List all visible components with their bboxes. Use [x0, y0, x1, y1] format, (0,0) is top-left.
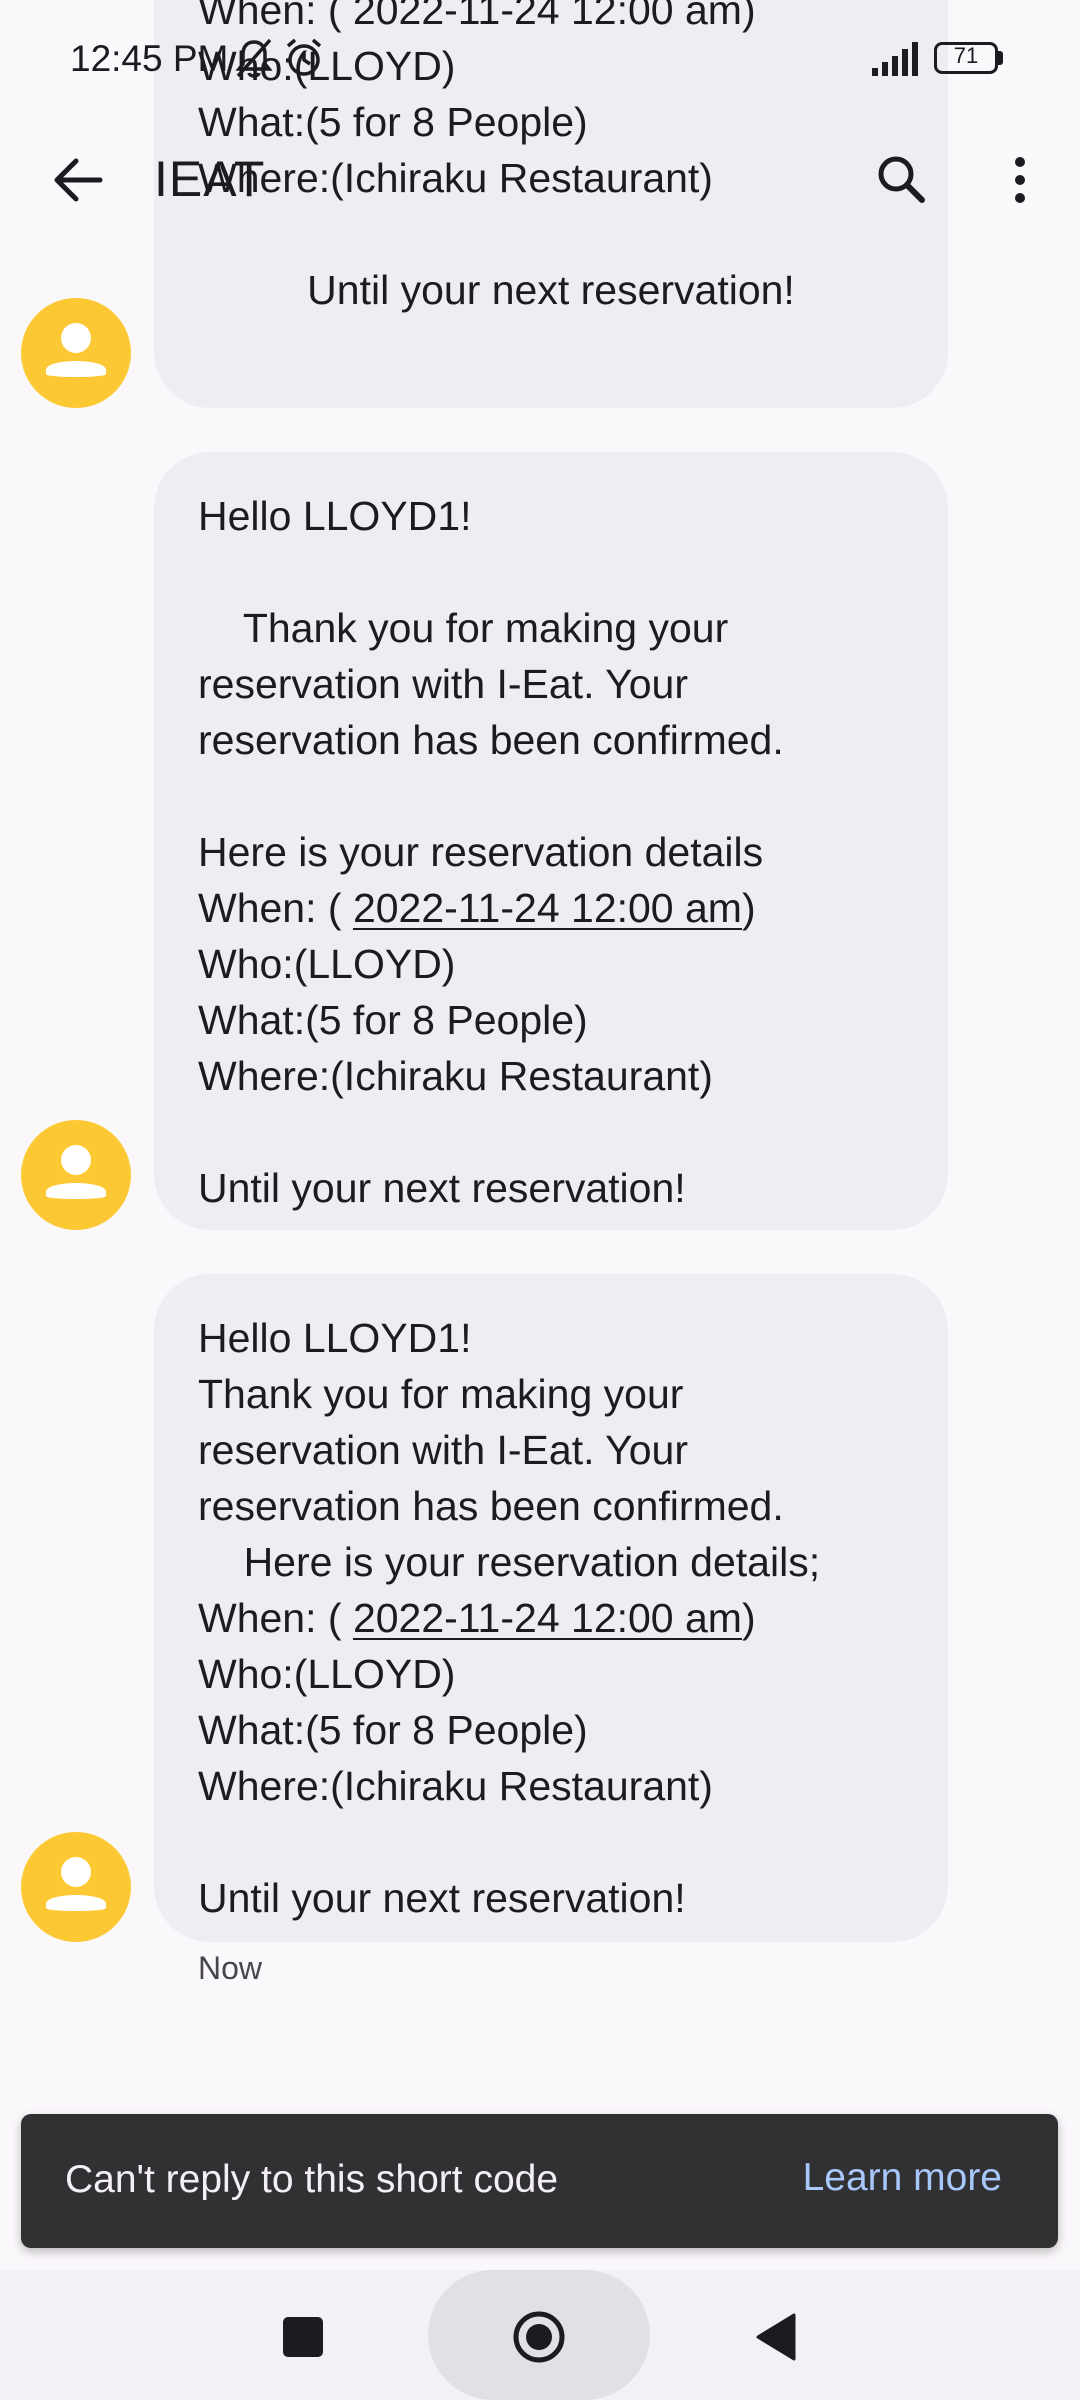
message-line: Hello LLOYD1!: [198, 493, 472, 539]
back-triangle-icon[interactable]: [754, 2312, 798, 2362]
message-line: Here is your reservation details;: [198, 1539, 821, 1585]
message-line: Here is your reservation details: [198, 829, 764, 875]
message-line: Who:(LLOYD): [198, 1651, 456, 1697]
person-icon: [46, 1857, 106, 1911]
signal-icon: [872, 42, 918, 76]
message-line: Until your next reservation!: [307, 267, 795, 313]
message-line: [198, 768, 904, 824]
search-button[interactable]: [864, 142, 940, 218]
top-app-bar: IEAT: [0, 120, 1080, 240]
message-line: When: ( 2022-11-24 12:00 am): [198, 880, 904, 936]
date-link[interactable]: 2022-11-24 12:00 am: [353, 1595, 742, 1641]
message-line: Thank you for making your: [198, 1371, 684, 1417]
message-line: [198, 1814, 904, 1870]
message-line: [198, 1104, 904, 1160]
message-line: reservation has been confirmed.: [198, 717, 784, 763]
conversation-title: IEAT: [154, 151, 266, 207]
message-line: [198, 544, 904, 600]
more-options-button[interactable]: [982, 142, 1058, 218]
learn-more-button[interactable]: Learn more: [803, 2156, 1002, 2200]
bell-off-icon: [235, 38, 273, 78]
message-line: When: ( 2022-11-24 12:00 am): [198, 1590, 904, 1646]
message-line: Until your next reservation!: [198, 1875, 686, 1921]
message-bubble[interactable]: Hello LLOYD1! Thank you for making your …: [154, 1274, 948, 1942]
message-text: ): [741, 885, 756, 931]
message-line: Who:(LLOYD): [198, 941, 456, 987]
more-vert-icon: [1015, 157, 1025, 203]
snackbar: Can't reply to this short code Learn mor…: [21, 2114, 1058, 2248]
back-button[interactable]: [40, 142, 116, 218]
message-bubble[interactable]: Hello LLOYD1! Thank you for making your …: [154, 452, 948, 1230]
message-line: Where:(Ichiraku Restaurant): [198, 1763, 713, 1809]
system-nav-bar: [0, 2270, 1080, 2400]
message-line: reservation has been confirmed.: [198, 1483, 784, 1529]
message-line: Hello LLOYD1!: [198, 1315, 472, 1361]
person-icon: [46, 323, 106, 377]
message-timestamp: Now: [198, 1950, 263, 1986]
status-bar: 12:45 PM 71: [0, 0, 1080, 118]
person-icon: [46, 1145, 106, 1199]
message-text: When: (: [198, 885, 353, 931]
sender-avatar[interactable]: [21, 1120, 131, 1230]
alarm-icon: [286, 38, 322, 76]
arrow-back-icon: [54, 158, 103, 202]
sender-avatar[interactable]: [21, 1832, 131, 1942]
message-line: Thank you for making your: [198, 605, 729, 651]
message-text: When: (: [198, 1595, 353, 1641]
sender-avatar[interactable]: [21, 298, 131, 408]
message-list[interactable]: details When: ( 2022-11-24 12:00 am) Who…: [0, 0, 1080, 2112]
message-text: ): [741, 1595, 756, 1641]
home-circle-icon: [513, 2311, 565, 2363]
message-line: reservation with I-Eat. Your: [198, 1427, 688, 1473]
search-icon: [878, 156, 925, 203]
message-line: What:(5 for 8 People): [198, 997, 588, 1043]
message-line: Until your next reservation!: [198, 1165, 686, 1211]
recents-square-icon[interactable]: [280, 2314, 326, 2360]
battery-icon: 71: [934, 42, 1004, 74]
message-line: reservation with I-Eat. Your: [198, 661, 688, 707]
battery-level: 71: [953, 43, 979, 68]
message-line: What:(5 for 8 People): [198, 1707, 588, 1753]
snackbar-text: Can't reply to this short code: [65, 2158, 559, 2201]
message-line: Where:(Ichiraku Restaurant): [198, 1053, 713, 1099]
date-link[interactable]: 2022-11-24 12:00 am: [353, 885, 742, 931]
status-time: 12:45 PM: [70, 38, 229, 79]
